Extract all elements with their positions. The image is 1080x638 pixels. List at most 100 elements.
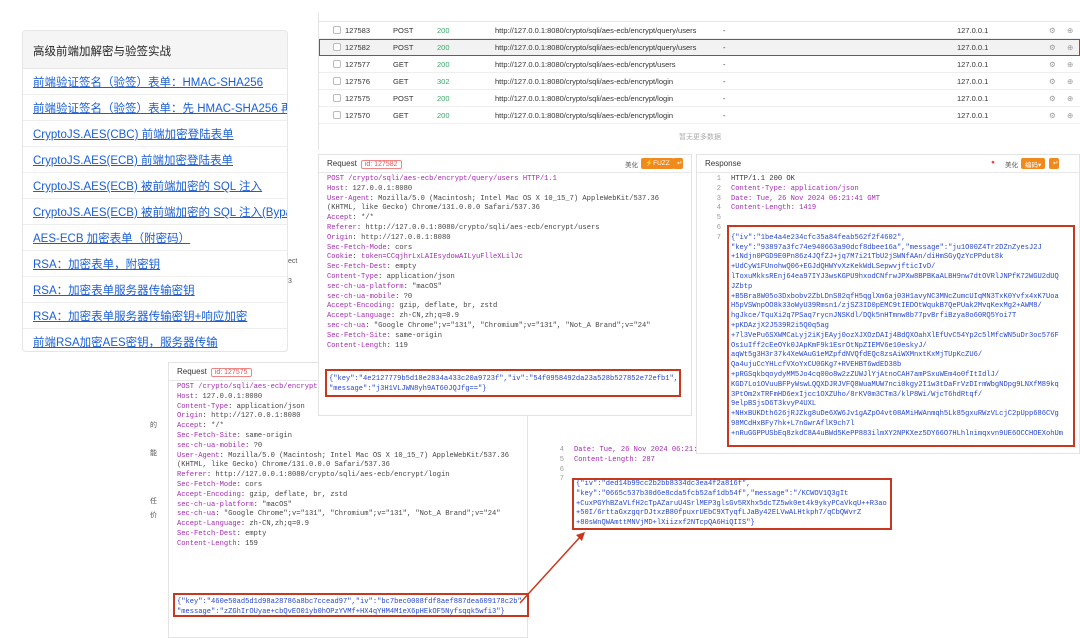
menu-link-5[interactable]: CryptoJS.AES(ECB) 被前端加密的 SQL 注入(Bypass认证…	[23, 199, 287, 225]
header-value: application/json	[386, 272, 455, 281]
settings-icon[interactable]: ⚙	[1049, 94, 1056, 103]
bg-text: 价	[150, 512, 157, 519]
table-row[interactable]: 127582 POST 200 http://127.0.0.1:8080/crypt…	[319, 39, 1080, 56]
row-checkbox[interactable]	[333, 26, 341, 34]
open-icon[interactable]: ⊕	[1067, 26, 1073, 35]
row-checkbox[interactable]	[333, 43, 341, 51]
highlight-box	[727, 225, 1075, 447]
header-name: Accept-Language	[177, 520, 241, 529]
line-number: 4	[716, 204, 721, 213]
menu-link-7[interactable]: RSA：加密表单，附密钥	[23, 251, 287, 277]
header-name: Sec-Fetch-Mode	[177, 480, 237, 489]
header-name: sec-ch-ua-platform	[327, 282, 404, 291]
open-icon[interactable]: ⊕	[1067, 94, 1073, 103]
code-line: Sec-Fetch-Dest: empty	[177, 530, 519, 540]
code-line: Sec-Fetch-Site: same-origin	[177, 432, 519, 442]
request-line: (KHTML, like Gecko) Chrome/131.0.0.0 Saf…	[177, 461, 390, 470]
cell-status: 200	[437, 60, 450, 69]
response-header: Content-Length: 1419	[731, 204, 817, 213]
header-value: "Google Chrome";v="131", "Chromium";v="1…	[223, 510, 501, 519]
row-checkbox[interactable]	[333, 94, 341, 102]
header-sep: :	[228, 402, 237, 411]
menu-link-6[interactable]: AES-ECB 加密表单（附密码）	[23, 225, 287, 251]
settings-icon[interactable]: ⚙	[1049, 111, 1056, 120]
cell-ip: 127.0.0.1	[957, 77, 989, 86]
header-name: Cookie	[327, 253, 353, 262]
settings-icon[interactable]: ⚙	[1049, 77, 1056, 86]
row-checkbox[interactable]	[333, 111, 341, 119]
open-icon[interactable]: ⊕	[1067, 77, 1073, 86]
line-number: 1	[716, 175, 721, 183]
settings-icon[interactable]: ⚙	[1049, 43, 1056, 52]
header-name: sec-ch-ua-platform	[177, 500, 254, 509]
menu-link-8[interactable]: RSA：加密表单服务器传输密钥	[23, 277, 287, 303]
header-value: ?0	[403, 292, 413, 301]
bg-text: ect	[288, 258, 298, 265]
header-sep: :	[236, 529, 246, 538]
no-more-data-text: 暂无更多数据	[679, 134, 721, 141]
header-value: */*	[211, 422, 224, 431]
header-value: same-origin	[245, 431, 292, 440]
cell-id: 127575	[345, 94, 371, 103]
header-value: http://127.0.0.1:8080/crypto/sqli/aes-ec…	[365, 223, 600, 232]
encode-button[interactable]: 编码▾	[1021, 158, 1046, 169]
menu-header: 高级前端加解密与验签实战	[23, 31, 287, 69]
send-icon[interactable]: ↵	[673, 158, 683, 169]
header-value: "macOS"	[412, 282, 442, 291]
table-row[interactable]: 127570 GET 200 http://127.0.0.1:8080/crypto…	[319, 107, 1080, 124]
menu-link-3[interactable]: CryptoJS.AES(ECB) 前端加密登陆表单	[23, 147, 287, 173]
header-value: http://127.0.0.1:8080	[211, 412, 301, 421]
header-value: Mozilla/5.0 (Macintosh; Intel Mac OS X 1…	[228, 451, 510, 460]
cell-id: 127576	[345, 77, 371, 86]
table-row[interactable]: 127583 POST 200 http://127.0.0.1:8080/crypt…	[319, 22, 1080, 39]
header-name: Origin	[177, 412, 203, 421]
code-line: Origin: http://127.0.0.1:8080	[327, 234, 683, 244]
cell-url: http://127.0.0.1:8080/crypto/sqli/aes-ec…	[495, 94, 674, 103]
cell-method: GET	[393, 111, 409, 120]
open-icon[interactable]: ⊕	[1067, 43, 1073, 52]
cell-ip: 127.0.0.1	[957, 60, 989, 69]
header-sep: :	[365, 321, 374, 330]
response-body-line: "key":"0665c537b30d6e8cda5fcb52af1db54f"…	[576, 489, 849, 498]
table-row[interactable]: 127576 GET 302 http://127.0.0.1:8080/crypto…	[319, 73, 1080, 90]
menu-link-4[interactable]: CryptoJS.AES(ECB) 被前端加密的 SQL 注入	[23, 173, 287, 199]
cell-status: 302	[437, 77, 450, 86]
menu-link-0[interactable]: 前端验证签名（验签）表单：HMAC-SHA256	[23, 69, 287, 95]
table-row[interactable]: 127577 GET 200 http://127.0.0.1:8080/crypto…	[319, 56, 1080, 73]
open-icon[interactable]: ⊕	[1067, 60, 1073, 69]
response-body-line: +50I/6rttaGxzgqrDJtxzB80fpuxrUEbC9XTyqfL…	[576, 509, 862, 518]
header-sep: :	[236, 480, 246, 489]
settings-icon[interactable]: ⚙	[1049, 60, 1056, 69]
code-line: User-Agent: Mozilla/5.0 (Macintosh; Inte…	[327, 195, 683, 205]
open-icon[interactable]: ⊕	[1067, 111, 1073, 120]
fuzz-button[interactable]: ⚡FUZZ	[641, 158, 674, 169]
send-icon[interactable]: ↵	[1049, 158, 1059, 169]
request-editor[interactable]: POST /crypto/sqli/aes-ecb/encrypt/query/…	[319, 173, 691, 353]
beautify-button[interactable]: 美化	[1001, 158, 1022, 169]
code-line: sec-ch-ua: "Google Chrome";v="131", "Chr…	[177, 510, 519, 520]
code-line: Accept-Language: zh-CN,zh;q=0.9	[177, 520, 519, 530]
row-checkbox[interactable]	[333, 60, 341, 68]
header-name: User-Agent	[177, 451, 220, 460]
header-sep: :	[395, 292, 404, 301]
menu-link-2[interactable]: CryptoJS.AES(CBC) 前端加密登陆表单	[23, 121, 287, 147]
code-line: sec-ch-ua-platform: "macOS"	[177, 501, 519, 511]
beautify-button[interactable]: 美化	[621, 158, 642, 169]
cell-url: http://127.0.0.1:8080/crypto/sqli/aes-ec…	[495, 77, 674, 86]
row-checkbox[interactable]	[333, 77, 341, 85]
menu-link-1[interactable]: 前端验证签名（验签）表单：先 HMAC-SHA256 再 RSA	[23, 95, 287, 121]
header-value: zh-CN,zh;q=0.9	[249, 520, 309, 529]
menu-link-10[interactable]: 前端RSA加密AES密钥，服务器传输	[23, 329, 287, 351]
response-panel-127575: 4 Date: Tue, 26 Nov 2024 06:21:39 GMT 5 Con…	[540, 440, 930, 540]
menu-link-9[interactable]: RSA：加密表单服务器传输密钥+响应加密	[23, 303, 287, 329]
request-panel-title: Request id: 127582 美化 ⚡FUZZ ↵	[319, 155, 691, 173]
response-panel-title: Response ● 美化 编码▾ ↵	[697, 155, 1079, 173]
cell-status: 200	[437, 94, 450, 103]
request-body: {"key":"4e2127779b5d18e2834a433c20a9723f…	[321, 373, 686, 397]
chrome-icon[interactable]: ●	[987, 158, 999, 169]
header-name: Referer	[177, 471, 207, 480]
settings-icon[interactable]: ⚙	[1049, 26, 1056, 35]
code-line: POST /crypto/sqli/aes-ecb/encrypt/query/…	[327, 175, 683, 185]
table-row[interactable]: 127575 POST 200 http://127.0.0.1:8080/crypt…	[319, 90, 1080, 107]
cell-method: POST	[393, 43, 414, 52]
